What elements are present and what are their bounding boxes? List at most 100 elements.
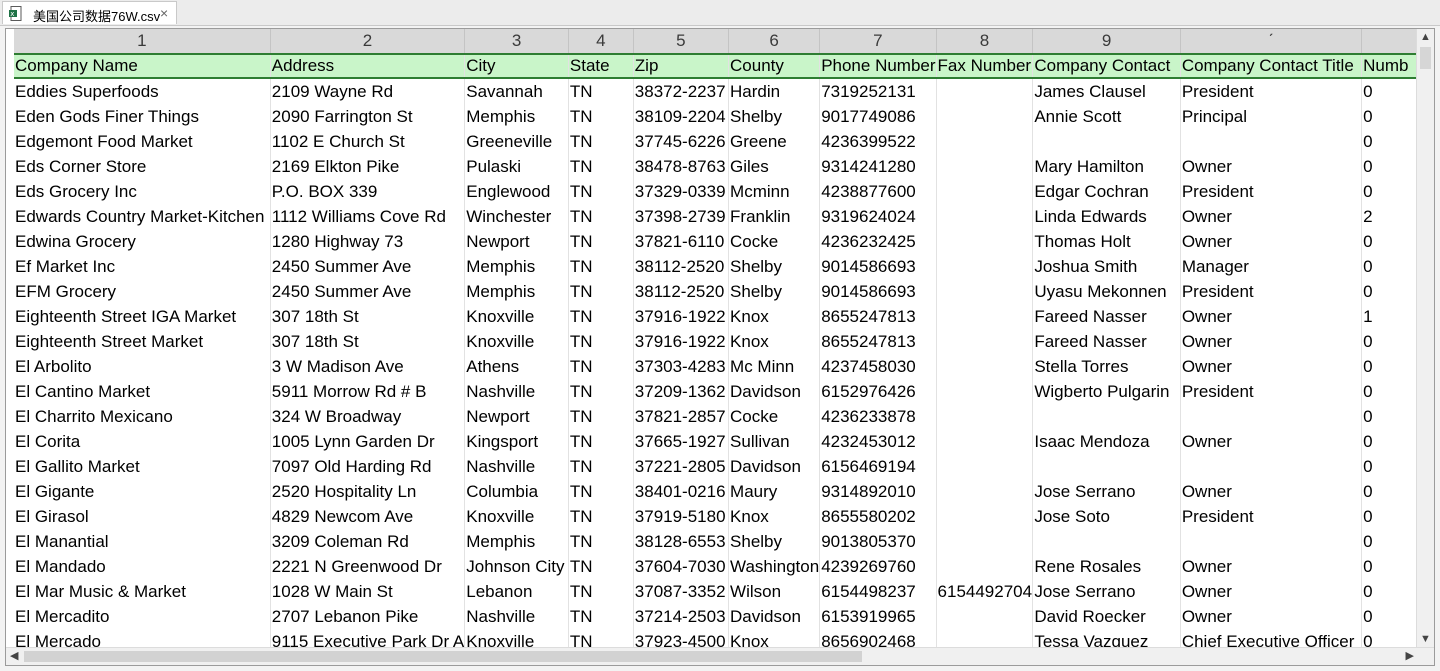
table-cell[interactable]: El Gigante	[14, 479, 271, 504]
table-cell[interactable]	[1032, 404, 1181, 429]
table-cell[interactable]: Edgar Cochran	[1032, 179, 1181, 204]
table-cell[interactable]: El Mercadito	[14, 604, 271, 629]
column-number-2[interactable]: 2	[270, 29, 466, 55]
table-cell[interactable]: 0	[1361, 454, 1417, 479]
table-cell[interactable]: 7097 Old Harding Rd	[270, 454, 466, 479]
table-cell[interactable]: 2221 N Greenwood Dr	[270, 554, 466, 579]
table-cell[interactable]: TN	[568, 529, 634, 554]
table-cell[interactable]: 6156469194	[819, 454, 937, 479]
table-cell[interactable]: 3 W Madison Ave	[270, 354, 466, 379]
table-cell[interactable]: Knoxville	[464, 629, 569, 649]
table-cell[interactable]	[1032, 454, 1181, 479]
table-cell[interactable]: Owner	[1180, 429, 1363, 454]
table-cell[interactable]: Linda Edwards	[1032, 204, 1181, 229]
table-cell[interactable]: Knox	[728, 629, 821, 649]
header-cell[interactable]: Company Contact	[1032, 53, 1181, 79]
table-cell[interactable]: Cocke	[728, 404, 821, 429]
table-cell[interactable]: 0	[1361, 154, 1417, 179]
table-cell[interactable]: TN	[568, 279, 634, 304]
table-cell[interactable]: El Manantial	[14, 529, 271, 554]
table-cell[interactable]: Lebanon	[464, 579, 569, 604]
table-cell[interactable]	[936, 254, 1034, 279]
column-number-3[interactable]: 3	[464, 29, 569, 55]
table-cell[interactable]: Fareed Nasser	[1032, 304, 1181, 329]
table-cell[interactable]: TN	[568, 479, 634, 504]
header-cell[interactable]: County	[728, 53, 821, 79]
table-cell[interactable]: Owner	[1180, 329, 1363, 354]
column-number-10[interactable]: ˊ	[1180, 29, 1363, 55]
table-cell[interactable]: 4829 Newcom Ave	[270, 504, 466, 529]
table-cell[interactable]: 37214-2503	[633, 604, 730, 629]
scroll-down-icon[interactable]: ▼	[1420, 633, 1431, 645]
table-cell[interactable]: Cocke	[728, 229, 821, 254]
table-cell[interactable]: Eighteenth Street Market	[14, 329, 271, 354]
table-cell[interactable]: Edgemont Food Market	[14, 129, 271, 154]
column-number-1[interactable]: 1	[14, 29, 271, 55]
table-cell[interactable]: James Clausel	[1032, 78, 1181, 104]
table-cell[interactable]: Memphis	[464, 279, 569, 304]
table-cell[interactable]: 6153919965	[819, 604, 937, 629]
table-cell[interactable]: Memphis	[464, 104, 569, 129]
table-cell[interactable]: 38401-0216	[633, 479, 730, 504]
table-cell[interactable]: Greene	[728, 129, 821, 154]
table-cell[interactable]: Thomas Holt	[1032, 229, 1181, 254]
table-cell[interactable]: Hardin	[728, 78, 821, 104]
table-cell[interactable]: 9017749086	[819, 104, 937, 129]
table-cell[interactable]: TN	[568, 179, 634, 204]
table-cell[interactable]: 38112-2520	[633, 254, 730, 279]
table-cell[interactable]: Nashville	[464, 454, 569, 479]
column-number-9[interactable]: 9	[1032, 29, 1181, 55]
table-cell[interactable]	[936, 279, 1034, 304]
table-cell[interactable]: 8656902468	[819, 629, 937, 649]
table-cell[interactable]: 37665-1927	[633, 429, 730, 454]
table-cell[interactable]: Eds Grocery Inc	[14, 179, 271, 204]
table-cell[interactable]: TN	[568, 204, 634, 229]
table-cell[interactable]	[936, 604, 1034, 629]
table-cell[interactable]: 37821-6110	[633, 229, 730, 254]
table-cell[interactable]: Owner	[1180, 579, 1363, 604]
table-cell[interactable]: 0	[1361, 329, 1417, 354]
table-cell[interactable]: Eighteenth Street IGA Market	[14, 304, 271, 329]
table-cell[interactable]: P.O. BOX 339	[270, 179, 466, 204]
table-cell[interactable]: Jose Serrano	[1032, 479, 1181, 504]
table-cell[interactable]: Mc Minn	[728, 354, 821, 379]
table-cell[interactable]	[936, 354, 1034, 379]
close-icon[interactable]: ×	[160, 5, 168, 21]
table-cell[interactable]: 37221-2805	[633, 454, 730, 479]
table-cell[interactable]	[936, 78, 1034, 104]
table-cell[interactable]: 38112-2520	[633, 279, 730, 304]
table-cell[interactable]	[936, 329, 1034, 354]
table-cell[interactable]: Savannah	[464, 78, 569, 104]
horizontal-scrollbar[interactable]: ◀ ▶	[6, 647, 1434, 665]
table-cell[interactable]: 0	[1361, 104, 1417, 129]
table-cell[interactable]: 4237458030	[819, 354, 937, 379]
table-cell[interactable]: 0	[1361, 404, 1417, 429]
table-cell[interactable]: TN	[568, 78, 634, 104]
header-cell[interactable]: Address	[270, 53, 466, 79]
table-cell[interactable]: Shelby	[728, 104, 821, 129]
table-cell[interactable]: Winchester	[464, 204, 569, 229]
table-cell[interactable]	[936, 404, 1034, 429]
table-cell[interactable]: 1102 E Church St	[270, 129, 466, 154]
table-cell[interactable]: Isaac Mendoza	[1032, 429, 1181, 454]
table-cell[interactable]: 2169 Elkton Pike	[270, 154, 466, 179]
table-cell[interactable]: Uyasu Mekonnen	[1032, 279, 1181, 304]
table-cell[interactable]: 37209-1362	[633, 379, 730, 404]
table-cell[interactable]	[936, 204, 1034, 229]
table-cell[interactable]: 307 18th St	[270, 304, 466, 329]
table-cell[interactable]: Jose Soto	[1032, 504, 1181, 529]
table-cell[interactable]: 0	[1361, 379, 1417, 404]
table-cell[interactable]	[936, 529, 1034, 554]
table-cell[interactable]: President	[1180, 78, 1363, 104]
table-cell[interactable]: Davidson	[728, 379, 821, 404]
table-cell[interactable]: TN	[568, 229, 634, 254]
table-cell[interactable]: 8655580202	[819, 504, 937, 529]
header-cell[interactable]: Phone Number	[819, 53, 937, 79]
table-cell[interactable]: El Arbolito	[14, 354, 271, 379]
table-cell[interactable]: El Mandado	[14, 554, 271, 579]
table-cell[interactable]: TN	[568, 354, 634, 379]
column-number-5[interactable]: 5	[633, 29, 730, 55]
table-cell[interactable]: Newport	[464, 229, 569, 254]
table-cell[interactable]: 38478-8763	[633, 154, 730, 179]
column-number-11[interactable]	[1361, 29, 1417, 55]
